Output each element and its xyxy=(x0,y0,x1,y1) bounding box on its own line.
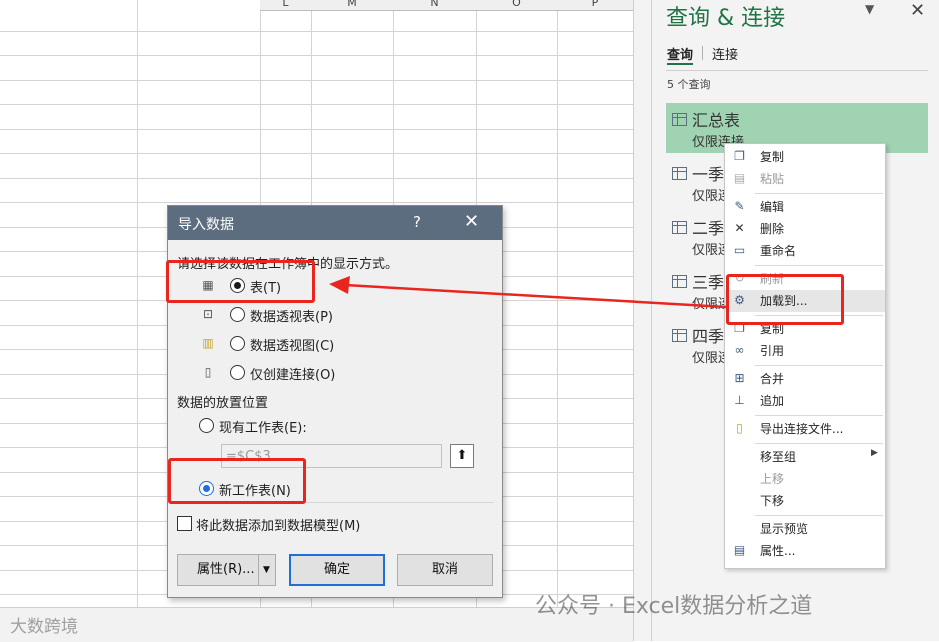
watermark-corner: 大数跨境 xyxy=(10,617,78,637)
annotation-arrow xyxy=(329,276,727,309)
watermark-text: 公众号 · Excel数据分析之道 xyxy=(535,594,813,619)
